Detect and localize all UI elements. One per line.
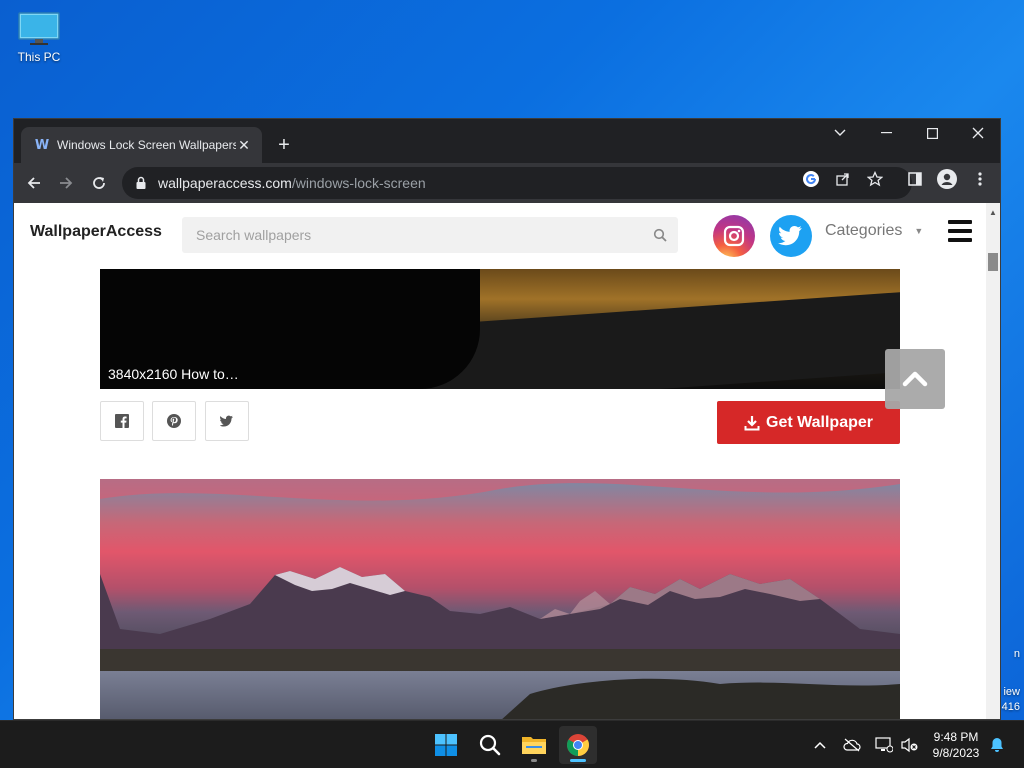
- instagram-icon[interactable]: [713, 215, 755, 257]
- twitter-share-button[interactable]: [205, 401, 249, 441]
- search-icon[interactable]: [642, 217, 678, 253]
- cloud-offline-icon[interactable]: [840, 733, 864, 757]
- chevron-up-icon: [902, 371, 928, 387]
- get-wallpaper-button[interactable]: Get Wallpaper: [717, 401, 900, 444]
- scroll-to-top-button[interactable]: [885, 349, 945, 409]
- get-wallpaper-label: Get Wallpaper: [766, 413, 873, 431]
- mountain-landscape-image: [100, 479, 900, 719]
- desktop-watermark-text: n: [1013, 648, 1020, 660]
- search-input[interactable]: [196, 227, 642, 243]
- close-window-button[interactable]: [955, 119, 1000, 147]
- notification-bell-icon[interactable]: [985, 733, 1009, 757]
- site-search: [182, 217, 678, 253]
- categories-label: Categories: [825, 222, 903, 239]
- pinterest-share-button[interactable]: [152, 401, 196, 441]
- browser-window: W Windows Lock Screen Wallpapers ✕ + wal…: [13, 118, 1001, 720]
- site-logo[interactable]: WallpaperAccess: [30, 223, 162, 241]
- google-lens-icon[interactable]: [799, 167, 823, 191]
- active-indicator: [570, 759, 586, 762]
- page-viewport: WallpaperAccess Categories ▼: [14, 203, 1000, 719]
- share-icon[interactable]: [831, 167, 855, 191]
- desktop-icon-this-pc[interactable]: This PC: [10, 8, 68, 64]
- search-icon: [479, 734, 501, 756]
- desktop-icon-label: This PC: [17, 50, 61, 64]
- url-host: wallpaperaccess.com: [158, 175, 292, 191]
- address-bar[interactable]: wallpaperaccess.com/windows-lock-screen: [122, 167, 912, 199]
- download-icon: [744, 415, 760, 430]
- maximize-button[interactable]: [909, 119, 955, 147]
- tab-strip: W Windows Lock Screen Wallpapers ✕ +: [14, 119, 1000, 163]
- browser-toolbar: wallpaperaccess.com/windows-lock-screen: [14, 163, 1000, 203]
- lock-icon: [136, 176, 146, 189]
- site-header: WallpaperAccess Categories ▼: [14, 203, 986, 269]
- desktop-watermark-text: iew: [1003, 686, 1020, 698]
- reload-button[interactable]: [85, 169, 113, 197]
- network-icon[interactable]: [872, 733, 896, 757]
- side-panel-icon[interactable]: [903, 167, 927, 191]
- wallpaper-resolution-label: 3840x2160 How to…: [108, 366, 239, 382]
- pinterest-icon: [167, 414, 181, 428]
- show-hidden-icons-chevron-icon[interactable]: [808, 733, 832, 757]
- wallpaper-card-image[interactable]: 3840x2160 How to…: [100, 269, 900, 389]
- tab-title: Windows Lock Screen Wallpapers: [57, 138, 236, 152]
- file-explorer-button[interactable]: [515, 726, 553, 764]
- windows-logo-icon: [435, 734, 457, 756]
- vertical-scrollbar[interactable]: ▲: [986, 203, 1000, 719]
- twitter-bird-icon: [220, 415, 233, 427]
- bookmark-star-icon[interactable]: [863, 167, 887, 191]
- folder-icon: [522, 737, 546, 754]
- url-path: /windows-lock-screen: [291, 175, 426, 191]
- back-button[interactable]: [20, 169, 48, 197]
- running-indicator: [531, 759, 537, 762]
- start-button[interactable]: [427, 726, 465, 764]
- clock-time: 9:48 PM: [933, 730, 979, 744]
- facebook-share-button[interactable]: [100, 401, 144, 441]
- new-tab-button[interactable]: +: [272, 133, 296, 157]
- tab-close-icon[interactable]: ✕: [236, 137, 252, 153]
- tab-active[interactable]: W Windows Lock Screen Wallpapers ✕: [21, 127, 262, 163]
- minimize-button[interactable]: [863, 119, 909, 147]
- monitor-icon: [18, 12, 60, 46]
- scroll-up-arrow-icon[interactable]: ▲: [986, 205, 1000, 219]
- chrome-taskbar-button[interactable]: [559, 726, 597, 764]
- search-taskbar-button[interactable]: [471, 726, 509, 764]
- categories-dropdown[interactable]: Categories ▼: [825, 222, 923, 240]
- chrome-icon: [567, 734, 589, 756]
- more-menu-icon[interactable]: [968, 167, 992, 191]
- profile-avatar-icon[interactable]: [935, 167, 959, 191]
- caret-down-icon: ▼: [914, 226, 924, 236]
- system-clock[interactable]: 9:48 PM 9/8/2023: [924, 729, 988, 761]
- wallpaper-card-image[interactable]: [100, 479, 900, 719]
- facebook-icon: [115, 414, 129, 428]
- site-favicon-icon: W: [34, 137, 49, 153]
- tab-search-chevron-icon[interactable]: [817, 119, 863, 147]
- hamburger-menu-icon[interactable]: [948, 220, 972, 242]
- scrollbar-thumb[interactable]: [988, 253, 998, 271]
- volume-muted-icon[interactable]: [898, 733, 922, 757]
- taskbar: 9:48 PM 9/8/2023: [0, 720, 1024, 768]
- twitter-icon[interactable]: [770, 215, 812, 257]
- desktop-watermark-text: 416: [1001, 701, 1020, 713]
- forward-button[interactable]: [52, 169, 80, 197]
- clock-date: 9/8/2023: [932, 746, 980, 760]
